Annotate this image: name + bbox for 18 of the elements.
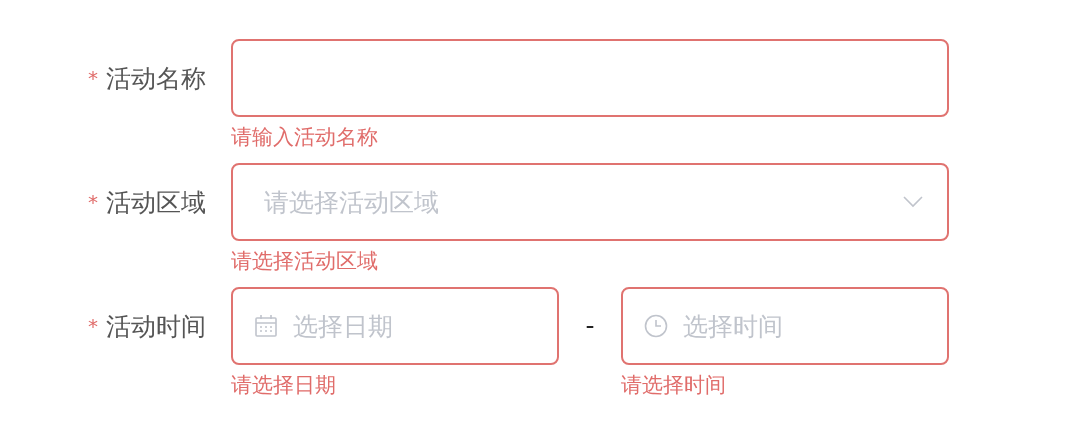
time-picker-field[interactable]: 选择时间 <box>621 287 949 365</box>
input-field[interactable] <box>231 39 949 117</box>
field-label: 活动区域 <box>106 186 206 219</box>
chevron-down-icon <box>903 196 923 208</box>
select-field[interactable]: 请选择活动区域 <box>231 163 949 241</box>
field-label: 活动时间 <box>106 310 206 343</box>
error-message: 请选择日期 <box>231 372 336 399</box>
range-separator: - <box>584 310 596 342</box>
required-marker: * <box>88 190 98 214</box>
error-message: 请选择时间 <box>621 372 726 399</box>
calendar-icon <box>254 314 278 338</box>
required-marker: * <box>88 66 98 90</box>
clock-icon <box>644 314 668 338</box>
date-picker-field[interactable]: 选择日期 <box>231 287 559 365</box>
field-label: 活动名称 <box>106 62 206 95</box>
error-message: 请输入活动名称 <box>231 124 378 151</box>
required-marker: * <box>88 314 98 338</box>
error-message: 请选择活动区域 <box>231 248 378 275</box>
